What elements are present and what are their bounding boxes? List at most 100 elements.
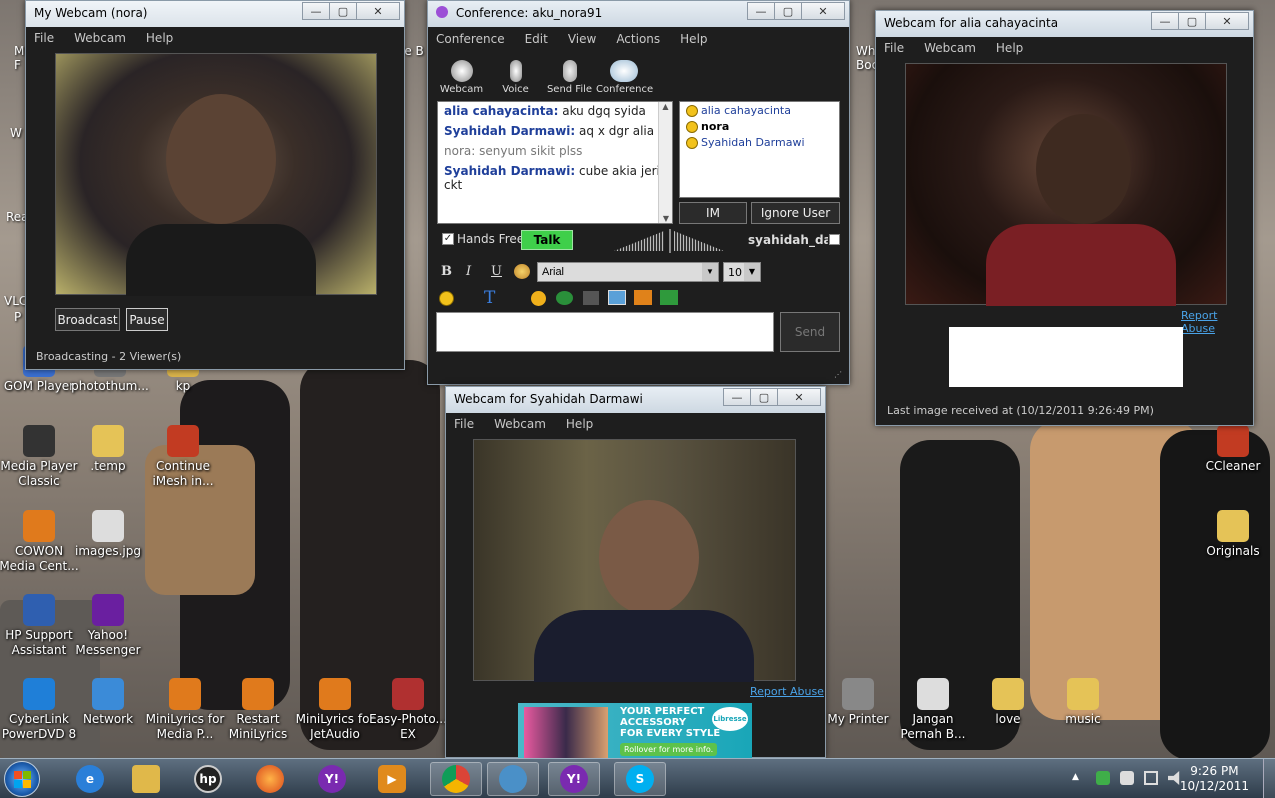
webcam-tool-button[interactable]: Webcam	[434, 60, 489, 95]
partial-icon[interactable]: Wh	[856, 44, 875, 58]
participant[interactable]: nora	[686, 120, 833, 133]
photo-share-icon[interactable]	[608, 290, 626, 305]
notification-icon[interactable]	[1120, 771, 1134, 785]
maximize-button[interactable]: ▢	[750, 388, 778, 406]
im-button[interactable]: IM	[679, 202, 747, 224]
maximize-button[interactable]: ▢	[329, 2, 357, 20]
pause-button[interactable]: Pause	[126, 308, 168, 331]
menu-edit[interactable]: Edit	[525, 32, 548, 46]
participant[interactable]: Syahidah Darmawi	[686, 136, 833, 149]
minimize-button[interactable]: —	[747, 2, 775, 20]
conference-tool-button[interactable]: Conference	[596, 60, 653, 95]
desktop-icon[interactable]: music	[1043, 678, 1123, 727]
maximize-button[interactable]: ▢	[1178, 12, 1206, 30]
taskbar-skype[interactable]: S	[614, 762, 666, 796]
menu-help[interactable]: Help	[146, 31, 173, 45]
menu-file[interactable]: File	[454, 417, 474, 431]
menu-actions[interactable]: Actions	[616, 32, 660, 46]
close-button[interactable]: ✕	[356, 2, 400, 20]
taskbar-ie[interactable]: e	[64, 762, 116, 796]
desktop-icon[interactable]: .temp	[68, 425, 148, 474]
security-icon[interactable]	[1096, 771, 1110, 785]
message-input[interactable]	[436, 312, 774, 352]
menu-help[interactable]: Help	[566, 417, 593, 431]
minimize-button[interactable]: —	[1151, 12, 1179, 30]
show-desktop-button[interactable]	[1263, 759, 1275, 798]
taskbar-contacts[interactable]	[487, 762, 539, 796]
desktop-icon[interactable]: Jangan Pernah B...	[893, 678, 973, 742]
desktop-icon[interactable]: Continue iMesh in...	[143, 425, 223, 489]
partial-icon[interactable]: P	[14, 310, 21, 324]
imvironment-icon[interactable]	[556, 291, 573, 305]
desktop-icon[interactable]: images.jpg	[68, 510, 148, 559]
advertisement-banner[interactable]: YOUR PERFECT ACCESSORY FOR EVERY STYLE L…	[518, 703, 752, 759]
font-select[interactable]: Arial ▼	[537, 262, 719, 282]
partial-icon[interactable]: M	[14, 44, 24, 58]
send-file-tool-button[interactable]: Send File	[542, 60, 597, 95]
ad-placeholder[interactable]	[949, 327, 1183, 387]
desktop-icon[interactable]: Network	[68, 678, 148, 727]
speaker-checkbox[interactable]	[829, 234, 840, 245]
desktop-icon[interactable]: Originals	[1193, 510, 1273, 559]
system-clock[interactable]: 9:26 PM 10/12/2011	[1180, 764, 1249, 794]
report-abuse-link[interactable]: Report Abuse	[1181, 309, 1253, 335]
close-button[interactable]: ✕	[777, 388, 821, 406]
desktop-icon[interactable]: Yahoo! Messenger	[68, 594, 148, 658]
chevron-down-icon[interactable]: ▼	[702, 263, 718, 281]
partial-icon[interactable]: VLC	[4, 294, 27, 308]
scroll-up-icon[interactable]: ▲	[659, 102, 672, 111]
menu-webcam[interactable]: Webcam	[74, 31, 126, 45]
hands-free-checkbox[interactable]: ✓	[442, 233, 454, 245]
desktop-icon[interactable]: Restart MiniLyrics	[218, 678, 298, 742]
scroll-down-icon[interactable]: ▼	[659, 214, 672, 223]
maximize-button[interactable]: ▢	[774, 2, 802, 20]
italic-icon[interactable]: I	[466, 264, 471, 279]
menu-conference[interactable]: Conference	[436, 32, 505, 46]
desktop-icon[interactable]: CCleaner	[1193, 425, 1273, 474]
taskbar-firefox[interactable]	[244, 762, 296, 796]
send-button[interactable]: Send	[780, 312, 840, 352]
font-size-select[interactable]: 10 ▼	[723, 262, 761, 282]
desktop-icon[interactable]: My Printer	[818, 678, 898, 727]
network-icon[interactable]	[1144, 771, 1158, 785]
title-bar[interactable]: My Webcam (nora) — ▢ ✕	[26, 1, 404, 27]
taskbar-media-player[interactable]: ▶	[366, 762, 418, 796]
desktop-icon[interactable]: love	[968, 678, 1048, 727]
taskbar-yahoo-active[interactable]: Y!	[548, 762, 600, 796]
menu-file[interactable]: File	[34, 31, 54, 45]
text-style-icon[interactable]: T	[484, 288, 495, 308]
desktop-icon[interactable]: MiniLyrics for JetAudio	[295, 678, 375, 742]
taskbar-chrome[interactable]	[430, 762, 482, 796]
tray-expand-icon[interactable]: ▲	[1072, 772, 1079, 782]
close-button[interactable]: ✕	[801, 2, 845, 20]
color-palette-icon[interactable]	[514, 264, 530, 279]
partial-icon[interactable]: W	[10, 126, 22, 140]
taskbar-explorer[interactable]	[120, 762, 172, 796]
report-abuse-link[interactable]: Report Abuse	[750, 685, 824, 698]
menu-help[interactable]: Help	[996, 41, 1023, 55]
underline-icon[interactable]: U	[491, 264, 502, 279]
plugins-icon[interactable]	[660, 290, 678, 305]
emoticon-icon[interactable]	[439, 291, 454, 306]
menu-webcam[interactable]: Webcam	[924, 41, 976, 55]
taskbar-yahoo-messenger[interactable]: Y!	[306, 762, 358, 796]
close-button[interactable]: ✕	[1205, 12, 1249, 30]
resize-grip-icon[interactable]: ⋰	[834, 370, 842, 379]
start-button[interactable]	[4, 761, 40, 797]
audible-icon[interactable]	[531, 291, 546, 306]
minimize-button[interactable]: —	[302, 2, 330, 20]
chevron-down-icon[interactable]: ▼	[744, 263, 760, 281]
partial-icon[interactable]: F	[14, 58, 21, 72]
title-bar[interactable]: Conference: aku_nora91 — ▢ ✕	[428, 1, 849, 27]
chat-history[interactable]: alia cahayacinta: aku dgq syida Syahidah…	[437, 101, 673, 224]
games-icon[interactable]	[634, 290, 652, 305]
desktop-icon[interactable]: MiniLyrics for Media P...	[145, 678, 225, 742]
voice-tool-button[interactable]: Voice	[488, 60, 543, 95]
menu-view[interactable]: View	[568, 32, 596, 46]
chat-scrollbar[interactable]: ▲ ▼	[658, 102, 672, 223]
bold-icon[interactable]: B	[441, 264, 452, 279]
ignore-user-button[interactable]: Ignore User	[751, 202, 840, 224]
minimize-button[interactable]: —	[723, 388, 751, 406]
webcam-invite-icon[interactable]	[583, 291, 599, 305]
talk-button[interactable]: Talk	[521, 230, 573, 250]
